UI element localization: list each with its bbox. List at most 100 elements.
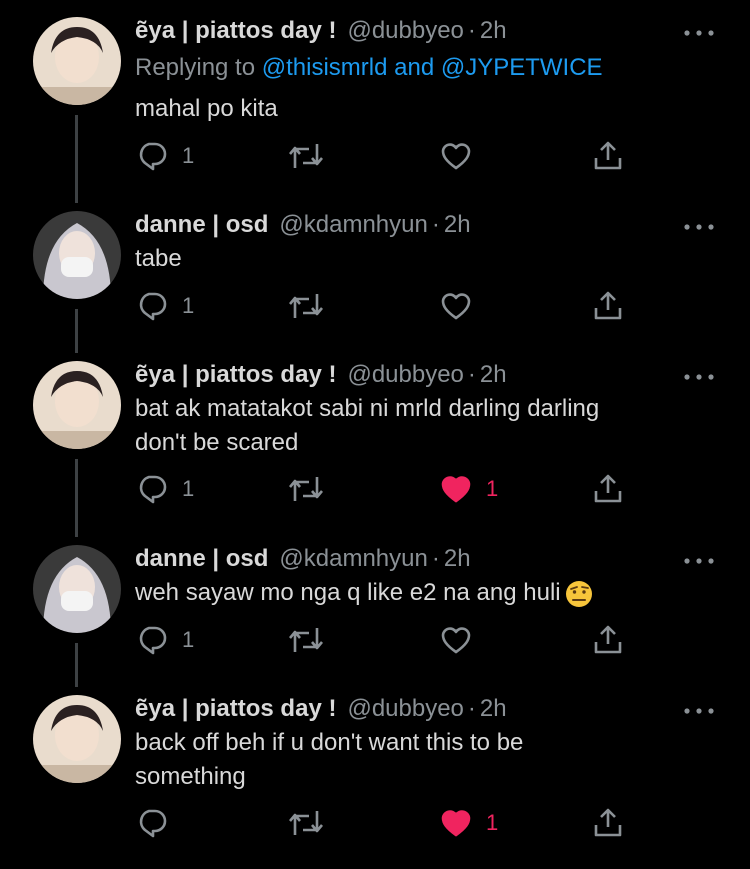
heart-icon	[441, 143, 471, 170]
like-count: 1	[486, 476, 499, 501]
reply-button[interactable]: 1	[136, 286, 194, 326]
separator: ·	[467, 17, 476, 44]
avatar[interactable]	[33, 695, 121, 783]
reply-icon	[139, 142, 167, 171]
more-icon[interactable]	[682, 372, 716, 382]
like-button[interactable]: 1	[440, 469, 498, 509]
tweet-text-line: back off beh if u don't want this to be	[135, 729, 524, 756]
user-handle[interactable]: @dubbyeo	[347, 361, 463, 389]
tweet-text: back off beh if u don't want this to be …	[135, 726, 695, 794]
reply-icon	[139, 475, 167, 504]
heart-icon	[441, 627, 471, 654]
retweet-button[interactable]	[287, 286, 325, 326]
reply-icon	[139, 626, 167, 655]
separator: ·	[467, 361, 476, 388]
separator: ·	[431, 545, 440, 572]
user-handle[interactable]: @dubbyeo	[347, 695, 463, 723]
share-button[interactable]	[592, 286, 624, 326]
heart-icon	[441, 810, 471, 837]
like-button[interactable]	[440, 136, 486, 176]
display-name[interactable]: ẽya | piattos day !	[135, 361, 336, 389]
reply-count: 1	[182, 143, 195, 168]
retweet-icon	[289, 144, 323, 168]
reply-icon	[139, 292, 167, 321]
retweet-button[interactable]	[287, 136, 325, 176]
tweet-text: weh sayaw mo nga q like e2 na ang huli	[135, 576, 695, 610]
reply-count: 1	[182, 627, 195, 652]
display-name[interactable]: ẽya | piattos day !	[135, 695, 336, 723]
reply-icon	[139, 809, 167, 838]
share-icon	[594, 808, 622, 837]
more-icon[interactable]	[682, 556, 716, 566]
share-icon	[594, 474, 622, 503]
more-icon[interactable]	[682, 706, 716, 716]
retweet-button[interactable]	[287, 620, 325, 660]
share-button[interactable]	[592, 620, 624, 660]
reply-mentions[interactable]: @thisismrld and @JYPETWICE	[262, 54, 603, 81]
reply-button[interactable]: 1	[136, 620, 194, 660]
user-handle[interactable]: @dubbyeo	[347, 17, 463, 45]
tweet-text-line: weh sayaw mo nga q like e2 na ang huli	[135, 579, 561, 606]
reply-button[interactable]: 1	[136, 469, 194, 509]
tweet-header: danne | osd @kdamnhyun · 2h	[135, 542, 471, 576]
tweet-header: ẽya | piattos day ! @dubbyeo · 2h	[135, 358, 507, 392]
share-button[interactable]	[592, 803, 624, 843]
like-button[interactable]: 1	[440, 803, 498, 843]
share-button[interactable]	[592, 136, 624, 176]
tweet-text: bat ak matatakot sabi ni mrld darling da…	[135, 392, 695, 460]
replying-to: Replying to @thisismrld and @JYPETWICE	[135, 54, 603, 82]
share-button[interactable]	[592, 469, 624, 509]
tweet-text-line: something	[135, 763, 246, 790]
reply-button[interactable]: 1	[136, 136, 194, 176]
display-name[interactable]: danne | osd	[135, 211, 268, 239]
reply-button[interactable]	[136, 803, 182, 843]
user-handle[interactable]: @kdamnhyun	[279, 211, 427, 239]
timestamp[interactable]: 2h	[480, 695, 507, 723]
timestamp[interactable]: 2h	[480, 17, 507, 45]
replying-to-label: Replying to	[135, 54, 256, 81]
tweet-actions: 1	[0, 803, 750, 843]
avatar[interactable]	[33, 361, 121, 449]
retweet-icon	[289, 628, 323, 652]
retweet-icon	[289, 477, 323, 501]
share-icon	[594, 141, 622, 170]
avatar[interactable]	[33, 17, 121, 105]
retweet-button[interactable]	[287, 803, 325, 843]
retweet-icon	[289, 811, 323, 835]
user-handle[interactable]: @kdamnhyun	[279, 545, 427, 573]
display-name[interactable]: danne | osd	[135, 545, 268, 573]
separator: ·	[467, 695, 476, 722]
timestamp[interactable]: 2h	[480, 361, 507, 389]
reply-count: 1	[182, 293, 195, 318]
like-button[interactable]	[440, 286, 486, 326]
retweet-icon	[289, 294, 323, 318]
tweet-actions: 1	[0, 286, 750, 326]
tweet-text-line: tabe	[135, 245, 182, 272]
heart-icon	[441, 476, 471, 503]
timestamp[interactable]: 2h	[444, 211, 471, 239]
heart-icon	[441, 293, 471, 320]
tweet-text-line: mahal po kita	[135, 95, 278, 122]
face-with-raised-eyebrow-icon	[565, 580, 592, 607]
display-name[interactable]: ẽya | piattos day !	[135, 17, 336, 45]
share-icon	[594, 291, 622, 320]
like-count: 1	[486, 810, 499, 835]
tweet-header: ẽya | piattos day ! @dubbyeo · 2h	[135, 14, 507, 48]
tweet-actions: 1 1	[0, 469, 750, 509]
separator: ·	[431, 211, 440, 238]
more-icon[interactable]	[682, 28, 716, 38]
like-button[interactable]	[440, 620, 486, 660]
more-icon[interactable]	[682, 222, 716, 232]
reply-count: 1	[182, 476, 195, 501]
tweet-text-line-wrap: weh sayaw mo nga q like e2 na ang huli	[135, 576, 695, 610]
retweet-button[interactable]	[287, 469, 325, 509]
share-icon	[594, 625, 622, 654]
tweet-header: ẽya | piattos day ! @dubbyeo · 2h	[135, 692, 507, 726]
tweet-header: danne | osd @kdamnhyun · 2h	[135, 208, 471, 242]
tweet-text: tabe	[135, 242, 695, 276]
tweet-actions: 1	[0, 136, 750, 176]
timestamp[interactable]: 2h	[444, 545, 471, 573]
tweet-thread: ẽya | piattos day ! @dubbyeo · 2h Replyi…	[0, 0, 750, 869]
tweet-text-line: don't be scared	[135, 429, 299, 456]
tweet-actions: 1	[0, 620, 750, 660]
